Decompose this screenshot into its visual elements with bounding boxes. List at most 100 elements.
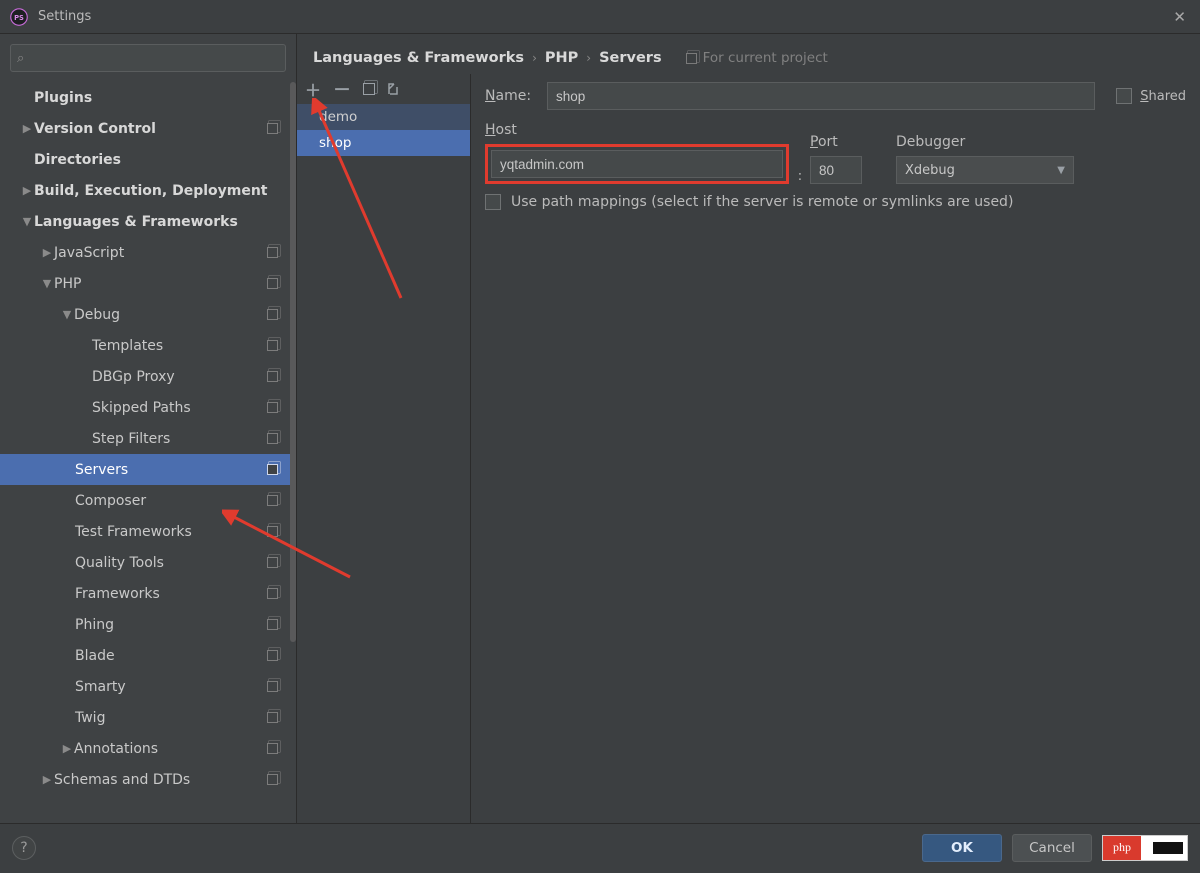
sidebar-item-label: Quality Tools [75, 555, 164, 571]
copy-icon[interactable] [363, 83, 375, 95]
php-badge-bar [1153, 842, 1183, 854]
scrollbar-thumb[interactable] [290, 82, 296, 642]
sidebar-item-directories[interactable]: Directories [0, 144, 296, 175]
list-toolbar: ＋ － [297, 74, 470, 104]
sidebar-item-twig[interactable]: Twig [0, 702, 296, 733]
name-input[interactable] [547, 82, 1095, 110]
sidebar-item-build-execution-deployment[interactable]: ▶Build, Execution, Deployment [0, 175, 296, 206]
port-input[interactable] [810, 156, 862, 184]
settings-tree[interactable]: Plugins▶Version ControlDirectories▶Build… [0, 78, 296, 823]
sidebar-item-label: JavaScript [54, 245, 124, 261]
search-input[interactable] [10, 44, 286, 72]
close-icon[interactable]: ✕ [1173, 8, 1186, 26]
copy-icon [686, 53, 697, 64]
copy-icon [267, 371, 278, 382]
for-project-label: For current project [703, 50, 828, 66]
ok-button[interactable]: OK [922, 834, 1002, 862]
sidebar-item-annotations[interactable]: ▶Annotations [0, 733, 296, 764]
path-mappings-label[interactable]: Use path mappings (select if the server … [511, 194, 1013, 210]
chevron-down-icon: ▼ [1057, 165, 1065, 176]
sidebar-item-languages-frameworks[interactable]: ▼Languages & Frameworks [0, 206, 296, 237]
sidebar-item-label: Languages & Frameworks [34, 214, 238, 230]
debugger-select[interactable]: Xdebug ▼ [896, 156, 1074, 184]
sidebar-item-label: Skipped Paths [92, 400, 191, 416]
copy-icon [267, 495, 278, 506]
chevron-right-icon: › [586, 51, 591, 65]
window-title: Settings [38, 9, 91, 24]
app-icon: PS [10, 8, 28, 26]
copy-icon [267, 402, 278, 413]
copy-icon [267, 557, 278, 568]
breadcrumb: Languages & Frameworks › PHP › Servers F… [297, 34, 1200, 74]
sidebar-item-smarty[interactable]: Smarty [0, 671, 296, 702]
copy-icon [267, 681, 278, 692]
sidebar-item-composer[interactable]: Composer [0, 485, 296, 516]
sidebar-item-frameworks[interactable]: Frameworks [0, 578, 296, 609]
titlebar: PS Settings ✕ [0, 0, 1200, 34]
sidebar-item-debug[interactable]: ▼Debug [0, 299, 296, 330]
remove-icon[interactable]: － [333, 76, 351, 102]
copy-icon [267, 278, 278, 289]
sidebar-item-quality-tools[interactable]: Quality Tools [0, 547, 296, 578]
import-icon[interactable] [387, 82, 401, 96]
sidebar-item-plugins[interactable]: Plugins [0, 82, 296, 113]
sidebar-item-servers[interactable]: Servers [0, 454, 296, 485]
sidebar-item-label: Build, Execution, Deployment [34, 183, 268, 199]
breadcrumb-2[interactable]: PHP [545, 50, 578, 66]
tree-arrow-icon: ▼ [60, 308, 74, 321]
tree-arrow-icon: ▶ [60, 742, 74, 755]
sidebar-item-label: Directories [34, 152, 121, 168]
settings-sidebar: ⌕ Plugins▶Version ControlDirectories▶Bui… [0, 34, 297, 823]
copy-icon [267, 433, 278, 444]
sidebar-item-blade[interactable]: Blade [0, 640, 296, 671]
copy-icon [267, 588, 278, 599]
host-input[interactable] [491, 150, 783, 178]
sidebar-item-label: Phing [75, 617, 114, 633]
help-button[interactable]: ? [12, 836, 36, 860]
breadcrumb-1[interactable]: Languages & Frameworks [313, 50, 524, 66]
cancel-button[interactable]: Cancel [1012, 834, 1092, 862]
sidebar-item-templates[interactable]: Templates [0, 330, 296, 361]
breadcrumb-3[interactable]: Servers [599, 50, 662, 66]
sidebar-item-label: Templates [92, 338, 163, 354]
sidebar-item-schemas-and-dtds[interactable]: ▶Schemas and DTDs [0, 764, 296, 795]
debugger-label: Debugger [896, 134, 1074, 150]
path-mappings-checkbox[interactable] [485, 194, 501, 210]
sidebar-item-label: Frameworks [75, 586, 160, 602]
host-port-colon: : [790, 169, 810, 184]
sidebar-item-label: Blade [75, 648, 115, 664]
sidebar-item-javascript[interactable]: ▶JavaScript [0, 237, 296, 268]
chevron-right-icon: › [532, 51, 537, 65]
copy-icon [267, 774, 278, 785]
host-label: Host [485, 122, 790, 138]
sidebar-item-dbgp-proxy[interactable]: DBGp Proxy [0, 361, 296, 392]
copy-icon [267, 247, 278, 258]
svg-text:PS: PS [14, 14, 24, 22]
sidebar-item-php[interactable]: ▼PHP [0, 268, 296, 299]
shared-checkbox[interactable] [1116, 88, 1132, 104]
copy-icon [267, 526, 278, 537]
tree-arrow-icon: ▶ [40, 773, 54, 786]
debugger-value: Xdebug [905, 163, 955, 178]
sidebar-item-label: Twig [75, 710, 105, 726]
tree-arrow-icon: ▼ [40, 277, 54, 290]
add-icon[interactable]: ＋ [305, 77, 321, 101]
copy-icon [267, 309, 278, 320]
shared-label[interactable]: Shared [1140, 89, 1186, 104]
sidebar-item-test-frameworks[interactable]: Test Frameworks [0, 516, 296, 547]
server-item-demo[interactable]: demo [297, 104, 470, 130]
server-list-pane: ＋ － demoshop [297, 74, 471, 823]
dialog-footer: ? OK Cancel php [0, 823, 1200, 871]
copy-icon [267, 712, 278, 723]
tree-arrow-icon: ▶ [20, 184, 34, 197]
sidebar-item-phing[interactable]: Phing [0, 609, 296, 640]
copy-icon [267, 650, 278, 661]
sidebar-item-label: Composer [75, 493, 146, 509]
sidebar-item-label: Test Frameworks [75, 524, 192, 540]
sidebar-item-step-filters[interactable]: Step Filters [0, 423, 296, 454]
sidebar-item-skipped-paths[interactable]: Skipped Paths [0, 392, 296, 423]
server-item-shop[interactable]: shop [297, 130, 470, 156]
for-current-project: For current project [686, 50, 828, 66]
sidebar-item-version-control[interactable]: ▶Version Control [0, 113, 296, 144]
server-list[interactable]: demoshop [297, 104, 470, 823]
